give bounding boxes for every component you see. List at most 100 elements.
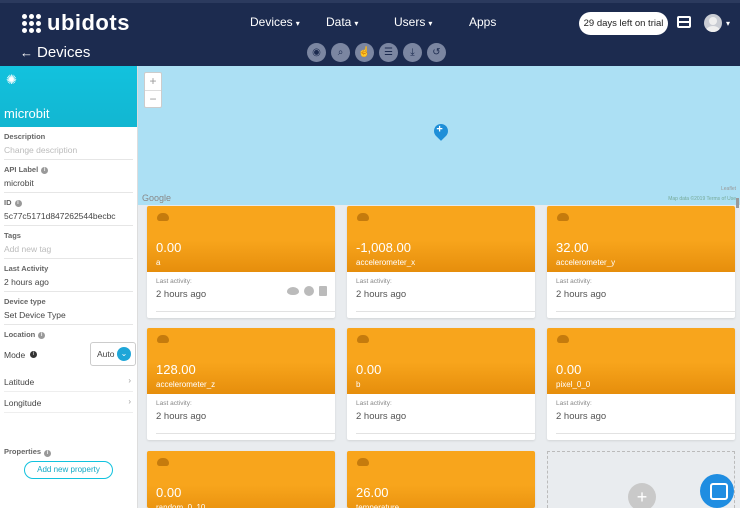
id-field: ID i 5c77c5171d847262544becbc xyxy=(4,193,133,226)
variable-value: 0.00 xyxy=(556,362,582,377)
hand-icon[interactable]: ☝ xyxy=(355,43,374,62)
eye-icon[interactable]: ◉ xyxy=(307,43,326,62)
variable-card[interactable]: 0.00 random_0_10 xyxy=(147,451,335,508)
eye-icon[interactable] xyxy=(287,287,299,295)
id-label: ID i xyxy=(4,198,133,207)
ubidots-logo[interactable]: ubidots xyxy=(22,10,130,36)
zoom-out-button[interactable]: − xyxy=(145,90,161,107)
tags-input[interactable]: Add new tag xyxy=(4,244,133,254)
map-zoom-control: + − xyxy=(144,72,162,108)
variable-card[interactable]: -1,008.00 accelerometer_x Last activity:… xyxy=(347,206,535,318)
user-avatar[interactable] xyxy=(704,14,722,32)
tags-field: Tags Add new tag xyxy=(4,226,133,259)
map-pin-icon[interactable] xyxy=(431,121,451,141)
last-activity-label: Last activity: xyxy=(556,278,592,285)
info-icon[interactable]: i xyxy=(44,450,52,457)
variable-value: 26.00 xyxy=(356,485,389,500)
scrollbar[interactable] xyxy=(736,198,739,208)
top-navbar: ubidots Devices ▾ Data ▾ Users ▾ Apps 29 da… xyxy=(0,0,740,40)
cloud-icon xyxy=(557,213,569,221)
variable-name: random_0_10 xyxy=(156,503,206,508)
chip-icon: ✺ xyxy=(6,72,17,87)
device-map[interactable]: + − Google Leaflet Map data ©2019 Terms … xyxy=(138,66,740,205)
variable-card[interactable]: 128.00 accelerometer_z Last activity: 2 … xyxy=(147,328,335,440)
chevron-down-icon[interactable]: ▾ xyxy=(726,19,730,28)
add-property-button[interactable]: Add new property xyxy=(24,461,113,479)
location-field: Location i xyxy=(4,325,133,339)
cloud-icon xyxy=(357,335,369,343)
longitude-row[interactable]: Longitude › xyxy=(4,392,133,413)
api-label-value[interactable]: microbit xyxy=(4,178,133,188)
info-icon[interactable] xyxy=(304,286,314,296)
last-activity-value: 2 hours ago xyxy=(356,411,407,422)
device-sidebar: ✺ microbit Description Change descriptio… xyxy=(0,66,138,508)
list-icon[interactable]: ☰ xyxy=(379,43,398,62)
download-icon[interactable]: ⤓ xyxy=(403,43,422,62)
trial-badge[interactable]: 29 days left on trial xyxy=(579,12,668,35)
device-type-field: Device type Set Device Type xyxy=(4,292,133,325)
location-label: Location i xyxy=(4,330,133,339)
last-activity-value: 2 hours ago xyxy=(4,277,49,287)
info-icon[interactable]: i xyxy=(41,167,49,174)
trash-icon[interactable] xyxy=(319,286,327,296)
variable-value: 32.00 xyxy=(556,240,589,255)
chat-icon[interactable] xyxy=(700,474,734,508)
nav-devices[interactable]: Devices ▾ xyxy=(250,15,300,29)
variable-card[interactable]: 0.00 b Last activity: 2 hours ago xyxy=(347,328,535,440)
refresh-icon[interactable]: ↺ xyxy=(427,43,446,62)
device-name[interactable]: microbit xyxy=(4,106,50,121)
inbox-icon[interactable] xyxy=(677,16,691,28)
last-activity-label: Last Activity xyxy=(4,264,49,273)
api-label-field: API Label i microbit xyxy=(4,160,133,193)
nav-users[interactable]: Users ▾ xyxy=(394,15,432,29)
info-icon[interactable]: i xyxy=(30,351,37,358)
variable-name: b xyxy=(356,380,361,389)
variable-name: accelerometer_z xyxy=(156,380,216,389)
nav-apps[interactable]: Apps xyxy=(469,15,496,29)
last-activity-label: Last activity: xyxy=(356,278,392,285)
tags-label: Tags xyxy=(4,231,21,240)
page-title: Devices xyxy=(37,44,91,61)
search-icon[interactable]: ⌕ xyxy=(331,43,350,62)
brand-name: ubidots xyxy=(47,10,130,35)
leaflet-attribution[interactable]: Leaflet xyxy=(721,186,736,192)
latitude-row[interactable]: Latitude › xyxy=(4,371,133,392)
api-label-label: API Label i xyxy=(4,165,133,174)
description-input[interactable]: Change description xyxy=(4,145,133,155)
device-type-value[interactable]: Set Device Type xyxy=(4,310,133,320)
back-to-devices[interactable]: ← Devices xyxy=(20,44,90,61)
variable-value: 0.00 xyxy=(156,485,182,500)
chevron-down-icon: ⌄ xyxy=(117,347,131,361)
cloud-icon xyxy=(157,213,169,221)
variable-name: temperature xyxy=(356,503,400,508)
caret-icon: › xyxy=(128,397,131,406)
info-icon[interactable]: i xyxy=(14,200,22,207)
variable-card[interactable]: 0.00 a Last activity: 2 hours ago xyxy=(147,206,335,318)
last-activity-value: 2 hours ago xyxy=(156,289,207,300)
plus-icon[interactable]: + xyxy=(628,483,656,508)
logo-dots-icon xyxy=(22,13,41,33)
mode-select[interactable]: Auto ⌄ xyxy=(90,342,136,366)
info-icon[interactable]: i xyxy=(38,332,46,339)
variable-value: 128.00 xyxy=(156,362,196,377)
variable-card[interactable]: 0.00 pixel_0_0 Last activity: 2 hours ag… xyxy=(547,328,735,440)
device-toolbar: ◉ ⌕ ☝ ☰ ⤓ ↺ xyxy=(307,43,446,62)
last-activity-value: 2 hours ago xyxy=(156,411,207,422)
last-activity-value: 2 hours ago xyxy=(556,411,607,422)
last-activity-label: Last activity: xyxy=(356,400,392,407)
variable-card[interactable]: 26.00 temperature xyxy=(347,451,535,508)
variable-card[interactable]: 32.00 accelerometer_y Last activity: 2 h… xyxy=(547,206,735,318)
cloud-icon xyxy=(157,335,169,343)
cloud-icon xyxy=(357,213,369,221)
last-activity-field: Last Activity 2 hours ago xyxy=(4,259,133,292)
longitude-label: Longitude xyxy=(4,398,42,408)
nav-data[interactable]: Data ▾ xyxy=(326,15,358,29)
page-header: ← Devices ◉ ⌕ ☝ ☰ ⤓ ↺ xyxy=(0,40,740,66)
cloud-icon xyxy=(557,335,569,343)
variable-name: pixel_0_0 xyxy=(556,380,591,389)
map-data-attribution: Map data ©2019 Terms of Use xyxy=(668,196,736,202)
device-header: ✺ microbit xyxy=(0,66,137,127)
zoom-in-button[interactable]: + xyxy=(145,73,161,90)
arrow-left-icon: ← xyxy=(20,45,33,60)
variable-value: 0.00 xyxy=(156,240,182,255)
